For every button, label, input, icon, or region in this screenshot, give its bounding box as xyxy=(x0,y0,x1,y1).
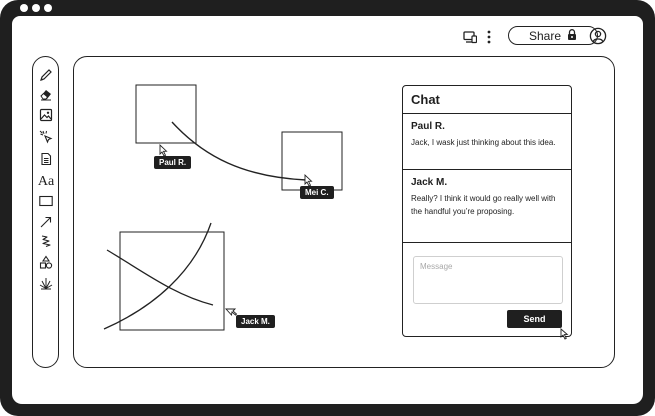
cursor-arrow-icon xyxy=(560,328,569,340)
message-text: Jack, I wask just thinking about this id… xyxy=(411,138,556,147)
window-dot[interactable] xyxy=(20,4,28,12)
chat-panel: Chat Paul R. Jack, I wask just thinking … xyxy=(402,85,572,340)
text-tool-label: Aa xyxy=(37,174,55,189)
sketch-curve xyxy=(106,249,214,306)
collaborator-cursor-label: Paul R. xyxy=(154,156,192,169)
screen-share-icon[interactable] xyxy=(463,30,478,49)
rectangle-icon[interactable] xyxy=(38,193,54,209)
message-author: Paul R. xyxy=(411,121,445,132)
share-label: Share xyxy=(528,28,562,43)
sketch-square xyxy=(119,231,225,331)
document-icon[interactable] xyxy=(38,151,54,167)
text-tool[interactable]: Aa xyxy=(35,174,57,190)
sketch-square xyxy=(135,84,197,144)
cursor-arrow-icon xyxy=(224,308,238,316)
send-button[interactable]: Send xyxy=(507,310,562,328)
message-author: Jack M. xyxy=(411,177,448,188)
app-screen: Share Aa Paul R. Mei C. Jack M. Chat Pau… xyxy=(12,16,643,404)
user-icon[interactable] xyxy=(589,27,607,50)
laser-pointer-icon[interactable] xyxy=(38,129,54,145)
connector-curve xyxy=(171,121,307,181)
whiteboard-canvas[interactable]: Paul R. Mei C. Jack M. Chat Paul R. Jack… xyxy=(73,56,615,368)
tools-toolbar: Aa xyxy=(32,56,59,368)
chat-title: Chat xyxy=(403,86,571,114)
squiggle-icon[interactable] xyxy=(38,233,54,249)
message-text: Really? I think it would go really well … xyxy=(411,194,556,216)
collaborator-cursor-label: Jack M. xyxy=(236,315,275,328)
device-frame: Share Aa Paul R. Mei C. Jack M. Chat Pau… xyxy=(0,0,655,416)
cursor-arrow-icon xyxy=(304,173,313,187)
arrow-icon[interactable] xyxy=(38,214,54,230)
pencil-icon[interactable] xyxy=(38,67,54,83)
image-icon[interactable] xyxy=(38,107,54,123)
lock-icon xyxy=(567,28,577,43)
sparkle-icon[interactable] xyxy=(38,275,54,291)
cursor-arrow-icon xyxy=(159,143,168,157)
shapes-icon[interactable] xyxy=(38,254,54,270)
window-dot[interactable] xyxy=(32,4,40,12)
share-button[interactable]: Share xyxy=(508,26,598,45)
window-controls xyxy=(20,4,52,12)
chat-message: Jack M. Really? I think it would go real… xyxy=(403,170,571,243)
more-vertical-icon[interactable] xyxy=(485,29,493,50)
collaborator-cursor-label: Mei C. xyxy=(300,186,334,199)
window-dot[interactable] xyxy=(44,4,52,12)
chat-message: Paul R. Jack, I wask just thinking about… xyxy=(403,114,571,170)
message-input[interactable] xyxy=(413,256,563,304)
eraser-icon[interactable] xyxy=(38,86,54,102)
